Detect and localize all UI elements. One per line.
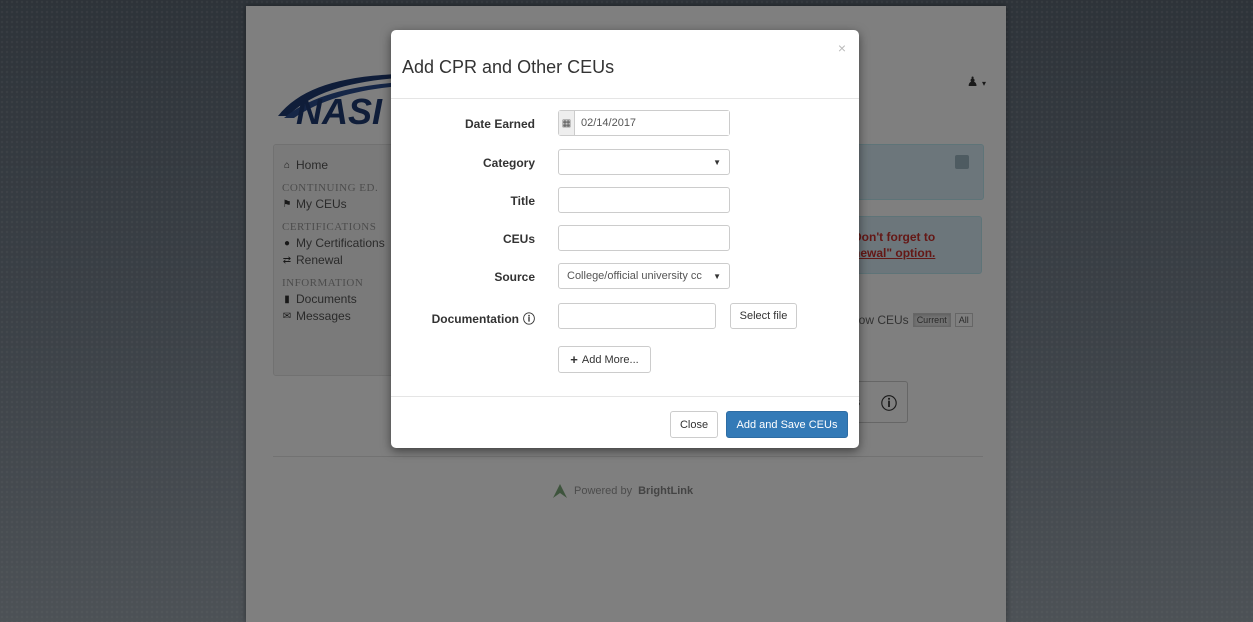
info-icon[interactable]: ⓘ bbox=[523, 310, 535, 327]
title-label: Title bbox=[510, 194, 535, 208]
plus-icon: + bbox=[570, 352, 578, 367]
chevron-down-icon: ▼ bbox=[713, 271, 721, 281]
documentation-label-wrap: Documentation ⓘ bbox=[432, 310, 535, 327]
source-label: Source bbox=[494, 270, 535, 284]
form-row-ceus: CEUs bbox=[391, 225, 859, 253]
add-more-button[interactable]: + Add More... bbox=[558, 346, 651, 373]
calendar-icon[interactable]: ▦ bbox=[559, 111, 575, 135]
source-value: College/official university cc bbox=[567, 270, 702, 282]
form-row-documentation: Documentation ⓘ Select file bbox=[391, 303, 859, 331]
date-earned-field[interactable]: ▦ bbox=[558, 110, 730, 136]
select-file-button[interactable]: Select file bbox=[730, 303, 797, 329]
add-ceus-modal: Add CPR and Other CEUs × Date Earned ▦ C… bbox=[391, 30, 859, 448]
category-label: Category bbox=[482, 156, 535, 170]
form-row-date: Date Earned ▦ bbox=[391, 110, 859, 138]
close-button[interactable]: Close bbox=[670, 411, 718, 438]
form-row-title: Title bbox=[391, 187, 859, 215]
ceus-input[interactable] bbox=[558, 225, 730, 251]
form-row-source: Source College/official university cc ▼ bbox=[391, 263, 859, 291]
documentation-input[interactable] bbox=[558, 303, 716, 329]
category-select[interactable]: ▼ bbox=[558, 149, 730, 175]
add-and-save-button[interactable]: Add and Save CEUs bbox=[726, 411, 848, 438]
modal-header: Add CPR and Other CEUs × bbox=[391, 30, 859, 99]
date-earned-input[interactable] bbox=[575, 111, 729, 135]
modal-title: Add CPR and Other CEUs bbox=[402, 57, 615, 77]
save-button-label: Add and Save CEUs bbox=[736, 418, 838, 431]
close-icon[interactable]: × bbox=[838, 40, 846, 56]
close-button-label: Close bbox=[679, 418, 709, 431]
chevron-down-icon: ▼ bbox=[713, 157, 721, 167]
select-file-label: Select file bbox=[739, 310, 788, 322]
date-earned-label: Date Earned bbox=[464, 117, 535, 131]
ceus-label: CEUs bbox=[502, 232, 535, 246]
source-select[interactable]: College/official university cc ▼ bbox=[558, 263, 730, 289]
modal-footer: Close Add and Save CEUs bbox=[391, 396, 859, 449]
title-input[interactable] bbox=[558, 187, 730, 213]
add-more-label: Add More... bbox=[581, 353, 639, 366]
form-row-category: Category ▼ bbox=[391, 149, 859, 177]
documentation-label: Documentation bbox=[431, 311, 519, 326]
